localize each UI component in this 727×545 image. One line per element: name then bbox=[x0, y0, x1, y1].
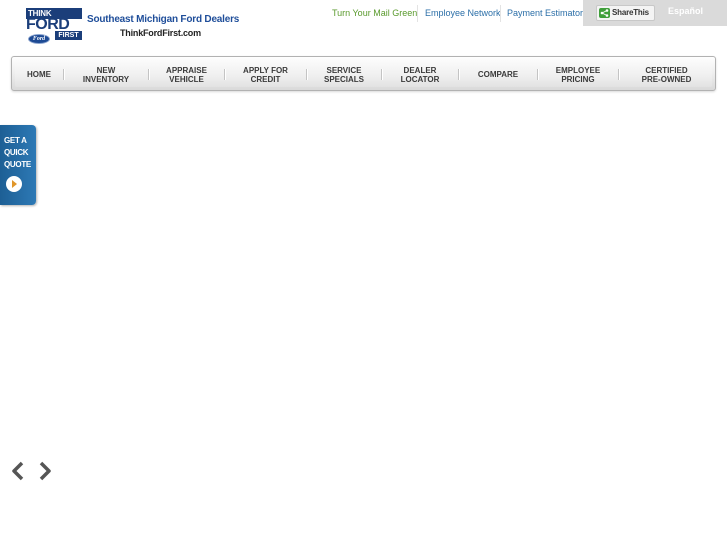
play-arrow-icon bbox=[6, 176, 22, 192]
nav-service-specials[interactable]: SERVICE SPECIALS bbox=[307, 60, 381, 89]
think-ford-first-logo[interactable]: THINK FORD FIRST Ford bbox=[26, 8, 82, 45]
nav-compare[interactable]: COMPARE bbox=[459, 60, 537, 89]
top-link-divider bbox=[417, 5, 418, 22]
ford-oval-logo: Ford bbox=[28, 34, 50, 44]
payment-estimator-link[interactable]: Payment Estimator bbox=[507, 8, 583, 18]
logo-first-text: FIRST bbox=[55, 31, 82, 40]
nav-bar: HOME NEW INVENTORY APPRAISE VEHICLE APPL… bbox=[15, 60, 712, 87]
employee-network-link[interactable]: Employee Network bbox=[425, 8, 501, 18]
nav-dealer-locator[interactable]: DEALER LOCATOR bbox=[382, 60, 458, 89]
nav-new-inventory[interactable]: NEW INVENTORY bbox=[64, 60, 148, 89]
share-icon bbox=[599, 8, 610, 18]
chevron-right-icon[interactable] bbox=[38, 461, 52, 481]
nav-home[interactable]: HOME bbox=[15, 60, 63, 89]
turn-mail-green-link[interactable]: Turn Your Mail Green bbox=[332, 8, 417, 18]
quick-quote-label: GET A QUICK QUOTE bbox=[4, 136, 31, 169]
top-link-divider bbox=[500, 5, 501, 22]
nav-certified-pre-owned[interactable]: CERTIFIED PRE-OWNED bbox=[619, 60, 714, 89]
share-this-label: ShareThis bbox=[612, 8, 649, 17]
nav-employee-pricing[interactable]: EMPLOYEE PRICING bbox=[538, 60, 618, 89]
site-title: Southeast Michigan Ford Dealers bbox=[87, 14, 240, 25]
espanol-link[interactable]: Español bbox=[668, 6, 703, 16]
quick-quote-tab[interactable]: GET A QUICK QUOTE bbox=[0, 125, 36, 205]
share-this-button[interactable]: ShareThis bbox=[596, 5, 655, 21]
site-url: ThinkFordFirst.com bbox=[120, 28, 201, 38]
chevron-left-icon[interactable] bbox=[11, 461, 25, 481]
main-navigation: HOME NEW INVENTORY APPRAISE VEHICLE APPL… bbox=[11, 56, 716, 91]
nav-appraise-vehicle[interactable]: APPRAISE VEHICLE bbox=[149, 60, 224, 89]
nav-apply-for-credit[interactable]: APPLY FOR CREDIT bbox=[225, 60, 306, 89]
